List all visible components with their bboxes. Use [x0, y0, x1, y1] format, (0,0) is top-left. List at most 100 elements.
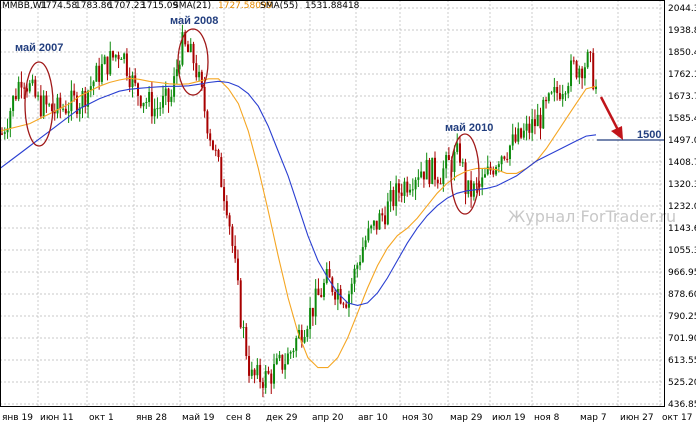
candle-body	[220, 157, 223, 188]
candle-body	[37, 95, 40, 97]
candle-body	[458, 143, 461, 163]
candle-body	[112, 51, 115, 58]
candle-body	[264, 370, 267, 388]
candle-body	[123, 53, 126, 59]
candle-body	[156, 108, 159, 110]
candle-body	[342, 303, 345, 305]
y-tick-label: 790.25	[668, 312, 696, 322]
x-tick-label: окт 1	[89, 413, 114, 423]
y-tick-label: 1143.65	[668, 224, 696, 234]
candle-body	[45, 95, 48, 105]
candle-body	[361, 247, 364, 262]
candle-body	[253, 369, 256, 376]
candle-body	[381, 213, 384, 216]
candle-body	[106, 56, 109, 75]
y-tick-label: 1320.35	[668, 180, 696, 190]
candle-body	[261, 382, 264, 388]
candle-body	[9, 111, 12, 129]
candle-body	[403, 181, 406, 196]
candle-body	[483, 174, 486, 178]
chart-header: MMBB,W1 1774.58 1783.86 1707.23 1715.09 …	[2, 1, 360, 11]
candle-body	[517, 128, 520, 142]
candle-body	[211, 140, 214, 150]
candle-body	[250, 369, 253, 376]
y-tick-label: 1938.80	[668, 26, 696, 36]
candle-body	[445, 155, 448, 169]
candle-body	[533, 119, 536, 127]
candle-body	[406, 181, 409, 193]
candle-body	[12, 95, 15, 112]
candle-body	[511, 134, 514, 146]
candle-body	[467, 180, 470, 194]
x-tick-label: авг 10	[358, 413, 388, 423]
x-tick-label: мар 7	[580, 413, 607, 423]
candle-body	[350, 283, 353, 295]
candle-body	[522, 130, 525, 138]
candle-body	[414, 179, 417, 190]
candle-body	[242, 327, 245, 329]
candle-body	[31, 79, 34, 84]
candle-body	[570, 60, 573, 87]
candle-body	[506, 158, 509, 160]
candle-body	[328, 269, 331, 278]
candle-body	[464, 162, 467, 194]
candle-body	[409, 189, 412, 193]
candle-body	[20, 81, 23, 88]
candle-body	[303, 336, 306, 343]
candle-body	[442, 168, 445, 185]
candle-body	[98, 65, 101, 82]
candle-body	[572, 60, 575, 62]
candle-body	[411, 189, 414, 191]
candle-body	[372, 220, 375, 226]
candle-body	[500, 156, 503, 165]
header-open: 1774.58	[40, 1, 77, 11]
candle-body	[525, 123, 528, 131]
annotation-may-2007: май 2007	[15, 42, 63, 54]
candle-body	[508, 145, 511, 160]
y-tick-label: 1055.30	[668, 246, 696, 256]
candle-body	[561, 93, 564, 100]
x-tick-label: июн 27	[620, 413, 654, 423]
candle-body	[384, 215, 387, 225]
candle-body	[273, 364, 276, 384]
candle-body	[17, 81, 20, 100]
candle-body	[256, 364, 259, 376]
candle-body	[195, 63, 198, 78]
candle-body	[322, 282, 325, 297]
x-tick-label: июн 11	[40, 413, 74, 423]
candle-body	[189, 43, 192, 53]
candle-body	[59, 97, 62, 109]
x-tick-label: май 19	[182, 413, 215, 423]
candle-body	[359, 261, 362, 266]
candle-body	[392, 190, 395, 207]
candle-body	[39, 95, 42, 117]
y-tick-label: 436.85	[668, 400, 696, 410]
candle-body	[434, 157, 437, 180]
header-sma-slow-value: 1531.88418	[305, 1, 360, 11]
candle-body	[73, 90, 76, 96]
y-tick-label: 966.95	[668, 268, 696, 278]
candle-body	[203, 86, 206, 112]
x-tick-label: янв 19	[2, 413, 33, 423]
candle-body	[292, 350, 295, 353]
candle-body	[217, 149, 220, 158]
candle-body	[456, 143, 459, 152]
candle-body	[309, 307, 312, 330]
y-tick-label: 701.90	[668, 334, 696, 344]
target-level-label: 1500	[637, 129, 661, 141]
annotation-may-2010: май 2010	[445, 122, 493, 134]
candle-body	[583, 67, 586, 79]
candle-body	[542, 99, 545, 129]
x-tick-label: ноя 30	[402, 413, 433, 423]
candle-body	[239, 280, 242, 328]
candle-body	[142, 102, 145, 107]
candle-body	[581, 68, 584, 79]
candle-body	[375, 220, 378, 230]
candle-body	[62, 108, 65, 110]
candle-body	[397, 183, 400, 193]
candle-body	[3, 132, 6, 134]
candle-body	[81, 90, 84, 108]
candle-body	[225, 201, 228, 216]
candle-body	[159, 107, 162, 109]
x-tick-label: сен 8	[226, 413, 251, 423]
